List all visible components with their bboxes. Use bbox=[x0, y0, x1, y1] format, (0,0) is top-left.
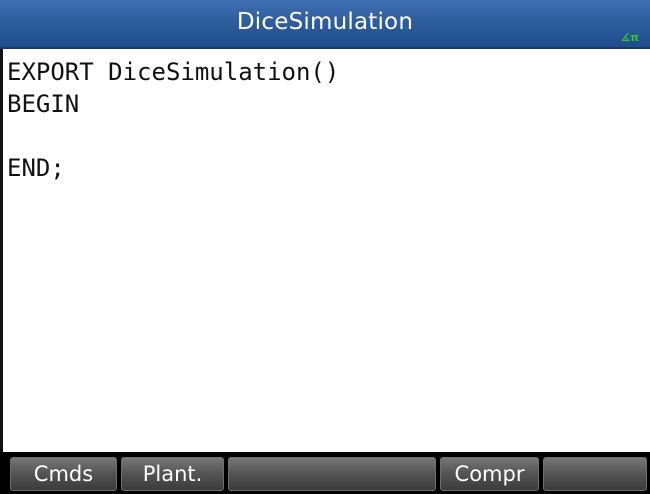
program-title: DiceSimulation bbox=[236, 9, 414, 35]
angle-mode-icon: ∡π bbox=[620, 31, 639, 44]
code-line-2[interactable]: BEGIN bbox=[7, 90, 79, 118]
code-line-1[interactable]: EXPORT DiceSimulation() bbox=[7, 58, 339, 86]
title-bar: DiceSimulation ∡π bbox=[0, 0, 650, 49]
softkey-menu: Cmds Plant. Compr bbox=[0, 452, 650, 494]
empty-softkey-3[interactable] bbox=[228, 457, 436, 491]
program-editor[interactable]: EXPORT DiceSimulation() BEGIN END; bbox=[0, 49, 650, 452]
code-line-4[interactable]: END; bbox=[7, 154, 65, 182]
check-syntax-button[interactable]: Compr bbox=[440, 457, 539, 491]
empty-softkey-5[interactable] bbox=[543, 457, 647, 491]
templates-button[interactable]: Plant. bbox=[121, 457, 224, 491]
cmds-button[interactable]: Cmds bbox=[10, 457, 117, 491]
